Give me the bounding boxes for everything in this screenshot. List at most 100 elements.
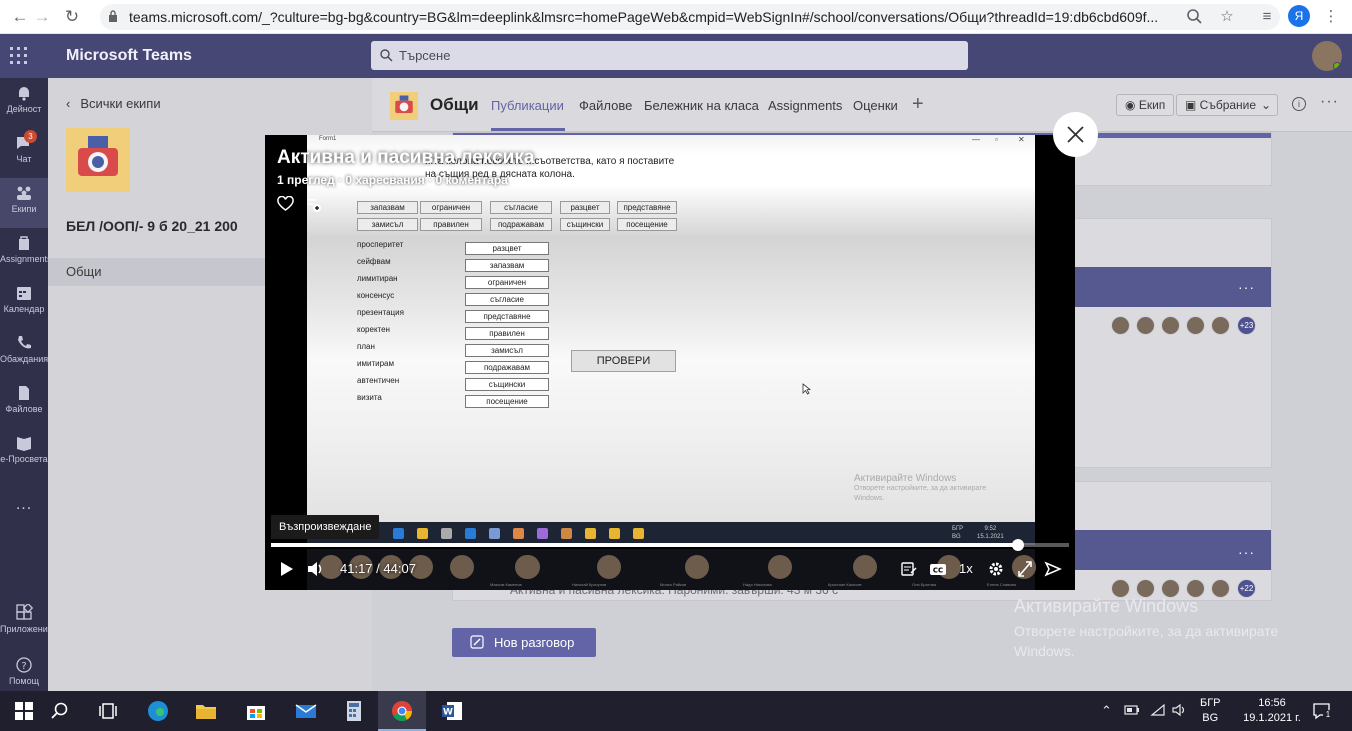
team-button[interactable]: ◉ Екип: [1116, 94, 1175, 116]
taskbar-store[interactable]: [232, 691, 280, 731]
seek-bar[interactable]: [271, 539, 1069, 551]
forward-arrow-icon[interactable]: →: [32, 7, 52, 27]
channel-title: Общи: [430, 95, 479, 114]
wifi-icon[interactable]: [1150, 703, 1166, 720]
address-bar[interactable]: teams.microsoft.com/_?culture=bg-bg&coun…: [100, 4, 1280, 30]
tab-class-notebook[interactable]: Бележник на класа: [644, 98, 759, 113]
taskbar-mail[interactable]: [282, 691, 330, 731]
assignments-icon: [19, 236, 29, 250]
answer-box: запазвам: [465, 259, 549, 272]
settings-button[interactable]: [987, 559, 1005, 579]
tab-assignments[interactable]: Assignments: [768, 98, 842, 113]
word-label: презентация: [357, 308, 404, 317]
closed-captions-icon: CC: [930, 564, 946, 575]
phone-icon: [18, 336, 31, 349]
taskbar-calculator[interactable]: [330, 691, 378, 731]
volume-button[interactable]: [307, 559, 325, 579]
rail-item-chat[interactable]: 3 Чат: [0, 128, 48, 178]
new-conversation-button[interactable]: Нов разговор: [452, 628, 596, 657]
share-icon: [1044, 561, 1062, 577]
word-icon: W: [442, 702, 462, 720]
post-more-icon[interactable]: ···: [1238, 544, 1255, 560]
current-time: 41:17: [340, 561, 373, 576]
taskbar-word[interactable]: W: [428, 691, 476, 731]
book-icon: [17, 437, 31, 451]
video-activation-watermark: Активирайте Windows Отворете настройките…: [854, 473, 987, 502]
share-button[interactable]: [1044, 559, 1062, 579]
search-input[interactable]: Търсене: [371, 41, 968, 70]
participant-name: Елена Славова: [987, 582, 1016, 587]
participant-name: Оля Братова: [912, 582, 936, 587]
seek-bar-handle[interactable]: [1011, 539, 1024, 551]
rail-item-calendar[interactable]: Календар: [0, 278, 48, 328]
show-hidden-icons-icon[interactable]: ⌃: [1101, 703, 1112, 719]
svg-text:CC: CC: [933, 567, 943, 575]
word-button: замисъл: [357, 218, 418, 231]
kebab-menu-icon[interactable]: ⋮: [1320, 6, 1342, 28]
browser-toolbar: ← → ↻ teams.microsoft.com/_?culture=bg-b…: [0, 0, 1352, 34]
word-button: представяне: [617, 201, 677, 214]
meet-button[interactable]: ▣ Събрание ⌄: [1176, 94, 1278, 116]
calculator-icon: [347, 701, 361, 721]
rail-item-more[interactable]: ...: [0, 488, 48, 524]
reading-list-icon[interactable]: ≡: [1256, 6, 1278, 28]
rail-item-apps[interactable]: Приложения: [0, 598, 48, 648]
info-icon[interactable]: i: [1292, 97, 1306, 111]
answer-box: ограничен: [465, 276, 549, 289]
tab-posts[interactable]: Публикации: [491, 98, 564, 113]
word-button: разцвет: [560, 201, 610, 214]
reload-icon[interactable]: ↻: [62, 7, 82, 27]
calendar-icon: [17, 287, 31, 300]
app-title: Microsoft Teams: [66, 47, 192, 64]
cursor-icon: [802, 383, 811, 395]
user-avatar[interactable]: [1312, 41, 1342, 71]
more-options-icon[interactable]: ···: [1320, 93, 1339, 111]
input-language[interactable]: БГР BG: [1200, 696, 1221, 726]
eye-icon: ◉: [1125, 98, 1139, 112]
word-label: сейфвам: [357, 257, 391, 266]
bookmark-star-icon[interactable]: ☆: [1216, 6, 1238, 28]
answer-box: замисъл: [465, 344, 549, 357]
captions-button[interactable]: CC: [929, 559, 947, 579]
taskbar-file-explorer[interactable]: [182, 691, 230, 731]
tab-files[interactable]: Файлове: [579, 98, 632, 113]
playback-speed-button[interactable]: 1x: [959, 559, 973, 579]
speaker-icon[interactable]: [1172, 703, 1188, 720]
action-center-button[interactable]: 1: [1312, 701, 1333, 721]
add-tab-icon[interactable]: +: [912, 93, 924, 116]
close-player-button[interactable]: [1053, 112, 1098, 157]
taskbar-edge[interactable]: [134, 691, 182, 731]
store-icon: [247, 706, 265, 720]
rail-item-calls[interactable]: Обаждания: [0, 328, 48, 378]
post-more-icon[interactable]: ···: [1238, 279, 1255, 295]
play-button[interactable]: [279, 559, 295, 579]
task-view-button[interactable]: [84, 691, 132, 731]
heart-icon[interactable]: [277, 196, 294, 212]
transcript-button[interactable]: [901, 559, 917, 579]
rail-item-teams[interactable]: Екипи: [0, 178, 48, 228]
add-to-playlist-icon[interactable]: [306, 197, 322, 213]
profile-avatar[interactable]: Я: [1288, 5, 1310, 27]
url-text: teams.microsoft.com/_?culture=bg-bg&coun…: [129, 9, 1159, 25]
camera-icon: [78, 136, 118, 176]
fullscreen-button[interactable]: [1016, 559, 1034, 579]
rail-item-activity[interactable]: Дейност: [0, 78, 48, 128]
video-player[interactable]: Form1 — ▫ ✕ ...та колона посочете ...съо…: [265, 135, 1075, 590]
app-launcher-icon[interactable]: [10, 47, 28, 65]
taskbar-search-button[interactable]: [36, 691, 84, 731]
rail-item-assignments[interactable]: Assignments: [0, 228, 48, 278]
word-label: просперитет: [357, 240, 404, 249]
back-arrow-icon[interactable]: ←: [10, 7, 30, 27]
rail-item-files[interactable]: Файлове: [0, 378, 48, 428]
battery-icon[interactable]: [1124, 703, 1140, 720]
volume-icon: [308, 562, 322, 576]
all-teams-link[interactable]: ‹ Всички екипи: [66, 96, 161, 111]
taskbar-chrome[interactable]: [378, 691, 426, 731]
system-clock[interactable]: 16:56 19.1.2021 г.: [1234, 696, 1310, 726]
video-title: Активна и пасивна лексика: [277, 147, 535, 168]
team-name: БЕЛ /ООП/- 9 б 20_21 200: [66, 218, 238, 234]
tab-grades[interactable]: Оценки: [853, 98, 898, 113]
word-button: запазвам: [357, 201, 418, 214]
zoom-icon[interactable]: [1184, 6, 1206, 28]
rail-item-eprosveta[interactable]: e-Просвета: [0, 428, 48, 478]
